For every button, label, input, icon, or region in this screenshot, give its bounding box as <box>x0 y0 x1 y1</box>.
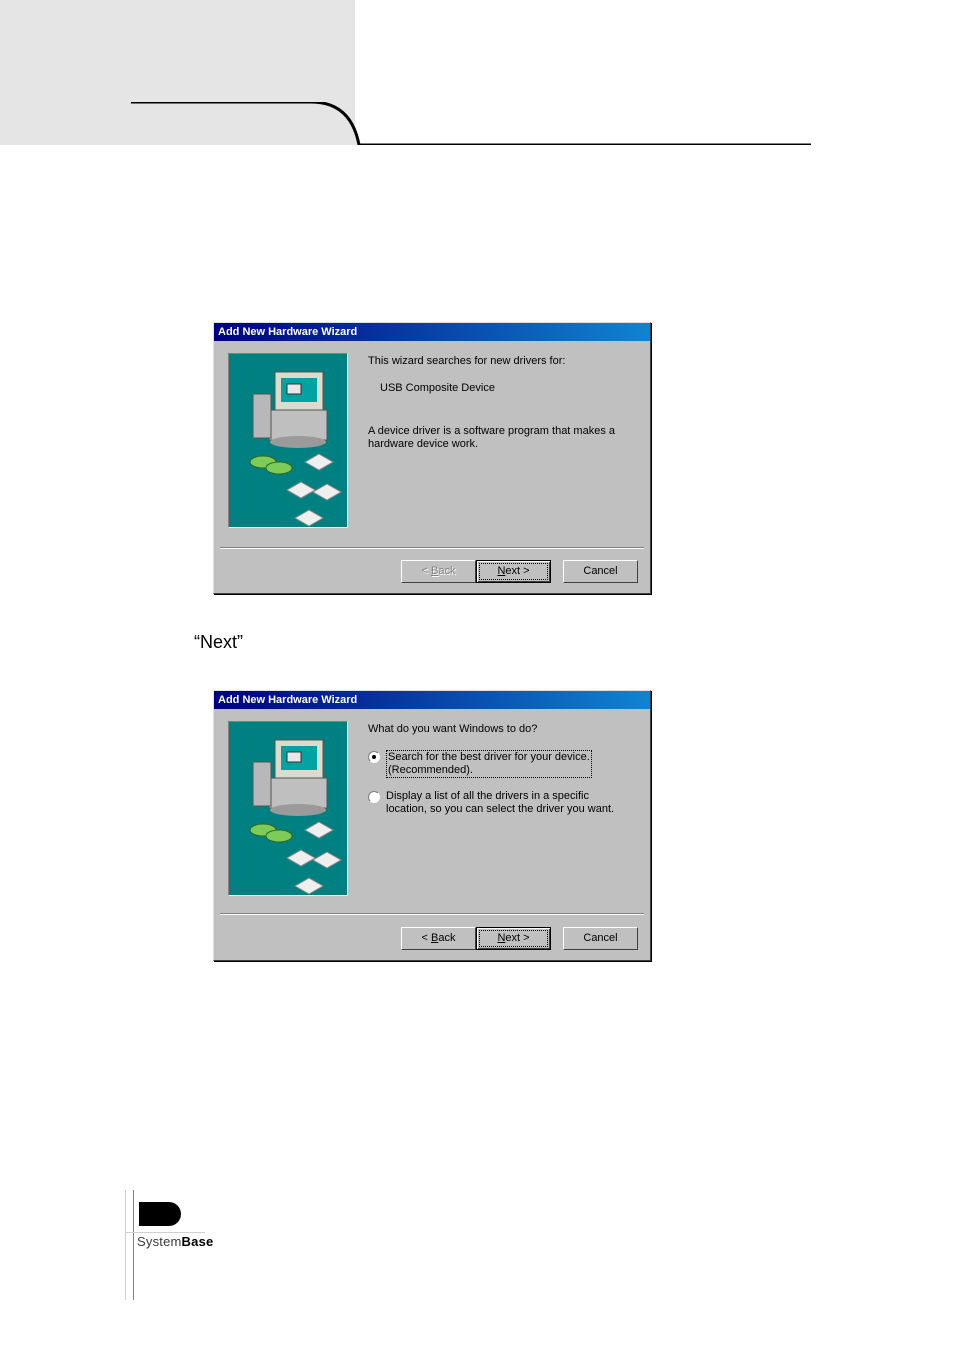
radio-icon[interactable] <box>368 751 380 763</box>
button-row: < Back Next > Cancel <box>401 560 638 583</box>
cancel-button[interactable]: Cancel <box>563 560 638 583</box>
footer-rule-outer <box>125 1190 126 1300</box>
next-button[interactable]: Next > <box>476 927 551 950</box>
button-row: < Back Next > Cancel <box>401 927 638 950</box>
footer-hline <box>125 1232 205 1233</box>
dialog-title: Add New Hardware Wizard <box>214 691 650 709</box>
back-button: < Back <box>401 560 476 583</box>
footer-rule-inner <box>133 1190 134 1300</box>
description-text: A device driver is a software program th… <box>368 425 636 451</box>
page-header <box>0 0 954 145</box>
header-curve <box>131 102 811 145</box>
divider <box>220 547 644 549</box>
device-name: USB Composite Device <box>380 382 636 395</box>
hardware-wizard-dialog-1: Add New Hardware Wizard <box>213 322 651 594</box>
hardware-wizard-dialog-2: Add New Hardware Wizard What do you want… <box>213 690 651 961</box>
dialog-body: This wizard searches for new drivers for… <box>214 341 650 459</box>
back-button[interactable]: < Back <box>401 927 476 950</box>
intro-text: This wizard searches for new drivers for… <box>368 355 636 368</box>
option-display-list[interactable]: Display a list of all the drivers in a s… <box>368 790 636 816</box>
brand-bold: Base <box>182 1234 214 1249</box>
footer-brand: SystemBase <box>137 1234 213 1249</box>
radio-icon[interactable] <box>368 791 380 803</box>
dialog-title: Add New Hardware Wizard <box>214 323 650 341</box>
wizard-text: This wizard searches for new drivers for… <box>368 353 636 451</box>
option-label: Display a list of all the drivers in a s… <box>386 790 614 816</box>
cancel-button[interactable]: Cancel <box>563 927 638 950</box>
page-footer: SystemBase <box>125 1190 325 1300</box>
wizard-graphic <box>228 721 348 896</box>
dialog-body: What do you want Windows to do? Search f… <box>214 709 650 836</box>
option-label: Search for the best driver for your devi… <box>386 750 592 778</box>
divider <box>220 913 644 915</box>
caption-text: “Next” <box>194 632 243 653</box>
wizard-options: What do you want Windows to do? Search f… <box>368 721 636 816</box>
option-search-best-driver[interactable]: Search for the best driver for your devi… <box>368 750 636 778</box>
question-text: What do you want Windows to do? <box>368 723 636 736</box>
wizard-graphic <box>228 353 348 528</box>
brand-light: System <box>137 1234 182 1249</box>
next-button[interactable]: Next > <box>476 560 551 583</box>
footer-logo-icon <box>139 1202 181 1226</box>
